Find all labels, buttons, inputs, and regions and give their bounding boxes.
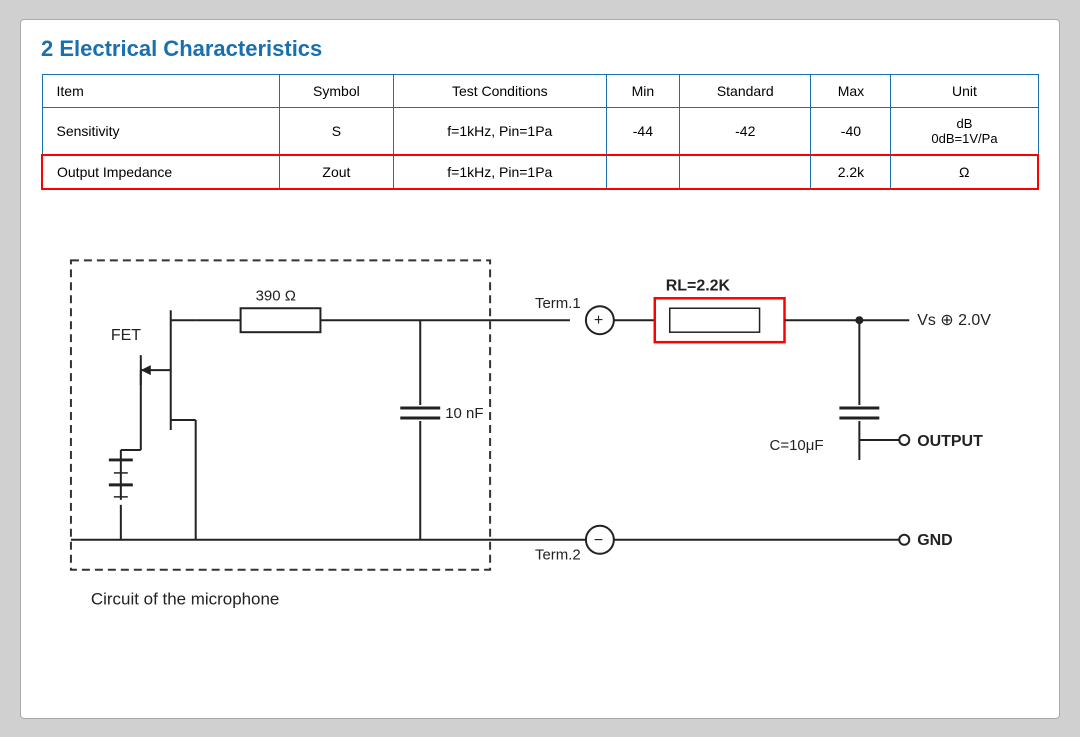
col-header-item: Item bbox=[42, 74, 279, 107]
col-header-standard: Standard bbox=[680, 74, 811, 107]
table-row: Sensitivity S f=1kHz, Pin=1Pa -44 -42 -4… bbox=[42, 107, 1038, 155]
cell-symbol: S bbox=[279, 107, 393, 155]
svg-text:−: − bbox=[594, 531, 603, 548]
svg-text:+: + bbox=[594, 312, 603, 329]
capacitor1-label: 10 nF bbox=[445, 405, 483, 422]
circuit-caption: Circuit of the microphone bbox=[91, 589, 279, 608]
cell-min: -44 bbox=[606, 107, 679, 155]
vs-label: Vs ⊕ 2.0V bbox=[917, 312, 991, 329]
col-header-unit: Unit bbox=[891, 74, 1038, 107]
cell-conditions: f=1kHz, Pin=1Pa bbox=[393, 107, 606, 155]
term2-label: Term.2 bbox=[535, 546, 581, 563]
col-header-conditions: Test Conditions bbox=[393, 74, 606, 107]
col-header-min: Min bbox=[606, 74, 679, 107]
circuit-diagram: FET bbox=[41, 220, 1039, 640]
cell-item: Sensitivity bbox=[42, 107, 279, 155]
output-label: OUTPUT bbox=[917, 432, 983, 449]
characteristics-table: Item Symbol Test Conditions Min Standard… bbox=[41, 74, 1039, 190]
cell-unit: Ω bbox=[891, 155, 1038, 189]
table-header-row: Item Symbol Test Conditions Min Standard… bbox=[42, 74, 1038, 107]
cell-max: -40 bbox=[811, 107, 891, 155]
fet-label: FET bbox=[111, 327, 141, 344]
cell-max: 2.2k bbox=[811, 155, 891, 189]
col-header-symbol: Symbol bbox=[279, 74, 393, 107]
cell-conditions: f=1kHz, Pin=1Pa bbox=[393, 155, 606, 189]
capacitor2-label: C=10μF bbox=[770, 436, 824, 453]
term1-label: Term.1 bbox=[535, 295, 581, 312]
table-row-highlighted: Output Impedance Zout f=1kHz, Pin=1Pa 2.… bbox=[42, 155, 1038, 189]
section-title: 2 Electrical Characteristics bbox=[41, 36, 1039, 62]
cell-standard bbox=[680, 155, 811, 189]
cell-min bbox=[606, 155, 679, 189]
resistor1-label: 390 Ω bbox=[256, 287, 296, 304]
cell-item: Output Impedance bbox=[42, 155, 279, 189]
col-header-max: Max bbox=[811, 74, 891, 107]
main-card: 2 Electrical Characteristics Item Symbol… bbox=[20, 19, 1060, 719]
circuit-svg: FET bbox=[41, 220, 1039, 640]
gnd-label: GND bbox=[917, 531, 952, 548]
cell-symbol: Zout bbox=[279, 155, 393, 189]
rl-label: RL=2.2K bbox=[666, 277, 731, 294]
cell-standard: -42 bbox=[680, 107, 811, 155]
cell-unit: dB0dB=1V/Pa bbox=[891, 107, 1038, 155]
